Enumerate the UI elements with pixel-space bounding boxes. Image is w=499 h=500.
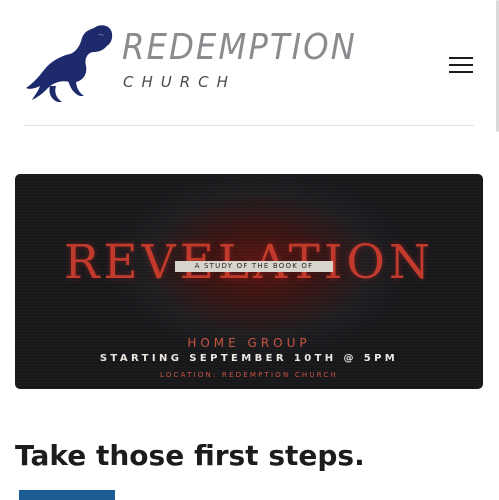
banner-event-date: STARTING SEPTEMBER 10TH @ 5PM xyxy=(99,353,399,364)
header-divider xyxy=(24,125,474,126)
logo-wordmark: REDEMPTION xyxy=(122,27,357,68)
hamburger-menu-icon[interactable] xyxy=(447,54,475,76)
banner-event-location: LOCATION: REDEMPTION CHURCH xyxy=(160,371,338,379)
ram-icon xyxy=(26,25,113,102)
first-steps-button[interactable] xyxy=(19,490,115,500)
page: REDEMPTION CHURCH REVELATION A STUDY OF … xyxy=(0,0,499,500)
site-header: REDEMPTION CHURCH xyxy=(0,0,499,126)
banner-event-name: HOME GROUP xyxy=(187,336,311,350)
banner-subtitle: A STUDY OF THE BOOK OF xyxy=(175,261,333,272)
revelation-banner[interactable]: REVELATION A STUDY OF THE BOOK OF HOME G… xyxy=(15,174,483,389)
section-headline: Take those first steps. xyxy=(15,439,365,472)
church-logo[interactable]: REDEMPTION CHURCH xyxy=(24,22,355,104)
logo-subtitle: CHURCH xyxy=(123,73,236,91)
